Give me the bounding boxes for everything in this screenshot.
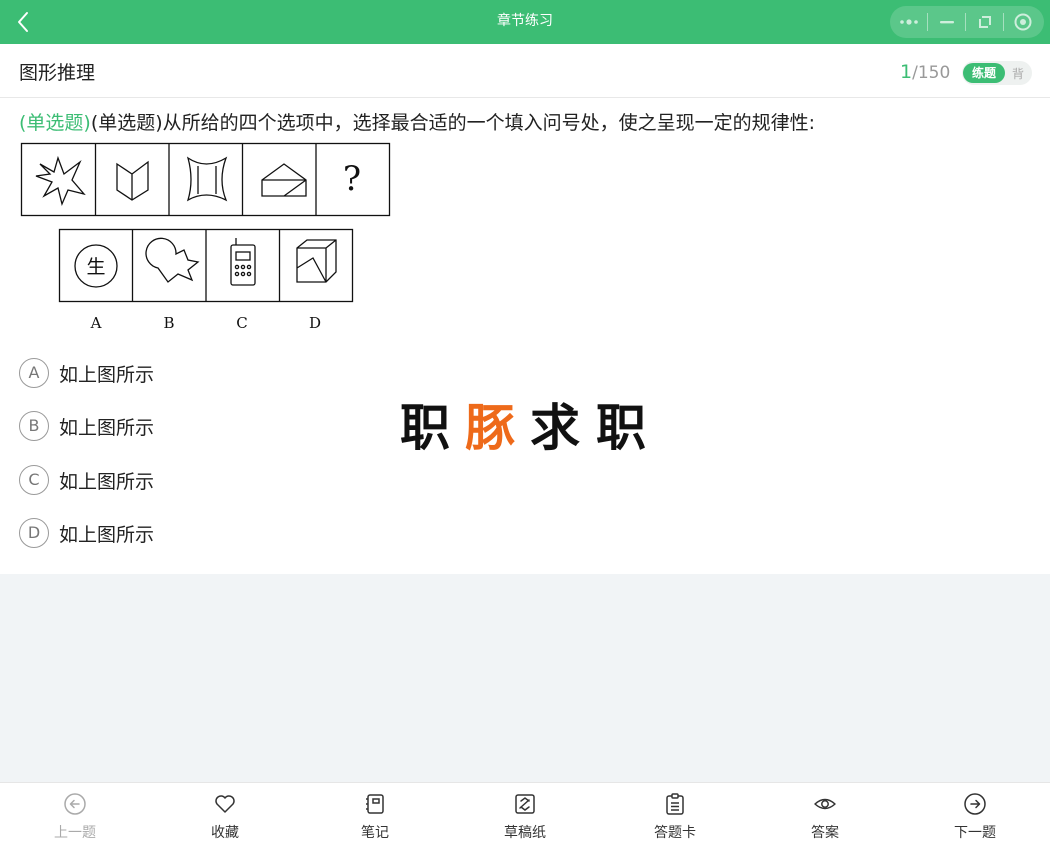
section-header: 图形推理 1/150 练题 背 xyxy=(0,44,1050,98)
option-letter: A xyxy=(19,358,49,388)
more-dots-icon xyxy=(899,19,918,25)
section-title: 图形推理 xyxy=(19,62,96,84)
draft-paper-label: 草稿纸 xyxy=(504,825,546,841)
mode-memorize[interactable]: 背 xyxy=(1005,65,1031,82)
mode-practice[interactable]: 练题 xyxy=(963,63,1005,83)
figure-book-shape xyxy=(116,160,149,201)
figure-option-a-char: 生 xyxy=(86,256,105,278)
figure-label-b: B xyxy=(163,314,174,332)
figure-option-b-shape xyxy=(145,237,200,283)
figure-concave-shape xyxy=(186,156,228,202)
close-target-icon xyxy=(1014,13,1031,31)
favorite-label: 收藏 xyxy=(211,825,239,841)
option-d[interactable]: D 如上图所示 xyxy=(19,518,154,548)
show-answer-label: 答案 xyxy=(811,825,839,841)
option-text: 如上图所示 xyxy=(59,416,155,439)
favorite-button[interactable]: 收藏 xyxy=(175,783,275,844)
more-button[interactable] xyxy=(890,6,927,38)
watermark-logo: 职 豚 求 职 xyxy=(400,399,646,453)
notebook-icon xyxy=(366,794,384,814)
bottom-toolbar: 上一题 收藏 笔记 草稿纸 答题卡 答案 下一题 xyxy=(0,782,1050,844)
option-a[interactable]: A 如上图所示 xyxy=(19,358,154,388)
minimize-icon xyxy=(939,21,954,24)
figure-label-d: D xyxy=(309,314,321,332)
option-text: 如上图所示 xyxy=(59,363,155,386)
answer-card-label: 答题卡 xyxy=(654,825,696,841)
notes-label: 笔记 xyxy=(361,825,389,841)
question-type-tag: (单选题) xyxy=(19,112,91,134)
watermark-char: 职 xyxy=(400,399,450,453)
option-letter: D xyxy=(19,518,49,548)
question-progress: 1/150 xyxy=(900,60,950,84)
notes-button[interactable]: 笔记 xyxy=(325,783,425,844)
figure-label-a: A xyxy=(90,314,102,332)
prev-question-button[interactable]: 上一题 xyxy=(25,783,125,844)
heart-icon xyxy=(215,795,235,813)
option-text: 如上图所示 xyxy=(59,470,155,493)
progress-total: /150 xyxy=(912,63,951,83)
answer-card-icon xyxy=(666,793,684,815)
draft-paper-button[interactable]: 草稿纸 xyxy=(475,783,575,844)
restore-button[interactable] xyxy=(966,6,1003,38)
eye-icon xyxy=(814,798,836,810)
answer-card-button[interactable]: 答题卡 xyxy=(625,783,725,844)
progress-current: 1 xyxy=(900,61,913,83)
figure-star-shape xyxy=(35,155,86,207)
prev-question-label: 上一题 xyxy=(54,825,96,841)
question-text-line: (单选题)(单选题)从所给的四个选项中，选择最合适的一个填入问号处，使之呈现一定… xyxy=(19,109,815,137)
question-content: (单选题)(单选题)从所给的四个选项中，选择最合适的一个填入问号处，使之呈现一定… xyxy=(0,98,1050,574)
next-question-button[interactable]: 下一题 xyxy=(925,783,1025,844)
figure-label-c: C xyxy=(236,314,247,332)
close-button[interactable] xyxy=(1004,6,1041,38)
top-nav-bar: 章节练习 xyxy=(0,0,1050,44)
draft-paper-icon xyxy=(515,794,535,814)
mode-toggle[interactable]: 练题 背 xyxy=(962,61,1032,85)
option-c[interactable]: C 如上图所示 xyxy=(19,465,154,495)
figure-top-row xyxy=(20,142,391,217)
restore-icon xyxy=(978,16,991,28)
arrow-left-circle-icon xyxy=(64,793,86,815)
show-answer-button[interactable]: 答案 xyxy=(775,783,875,844)
figure-question-mark: ? xyxy=(343,159,361,199)
watermark-char: 职 xyxy=(596,399,646,453)
figure-option-d-cube xyxy=(296,239,337,283)
arrow-right-circle-icon xyxy=(964,793,986,815)
window-capsule xyxy=(890,6,1044,38)
option-b[interactable]: B 如上图所示 xyxy=(19,411,154,441)
question-text: (单选题)从所给的四个选项中，选择最合适的一个填入问号处，使之呈现一定的规律性: xyxy=(90,112,816,134)
option-text: 如上图所示 xyxy=(59,523,155,546)
minimize-button[interactable] xyxy=(928,6,965,38)
question-figure: ? 生 A B C D xyxy=(20,142,391,332)
option-letter: C xyxy=(19,465,49,495)
watermark-char: 豚 xyxy=(465,399,515,453)
figure-house-shape xyxy=(261,163,307,197)
watermark-char: 求 xyxy=(530,399,580,453)
next-question-label: 下一题 xyxy=(954,825,996,841)
option-letter: B xyxy=(19,411,49,441)
